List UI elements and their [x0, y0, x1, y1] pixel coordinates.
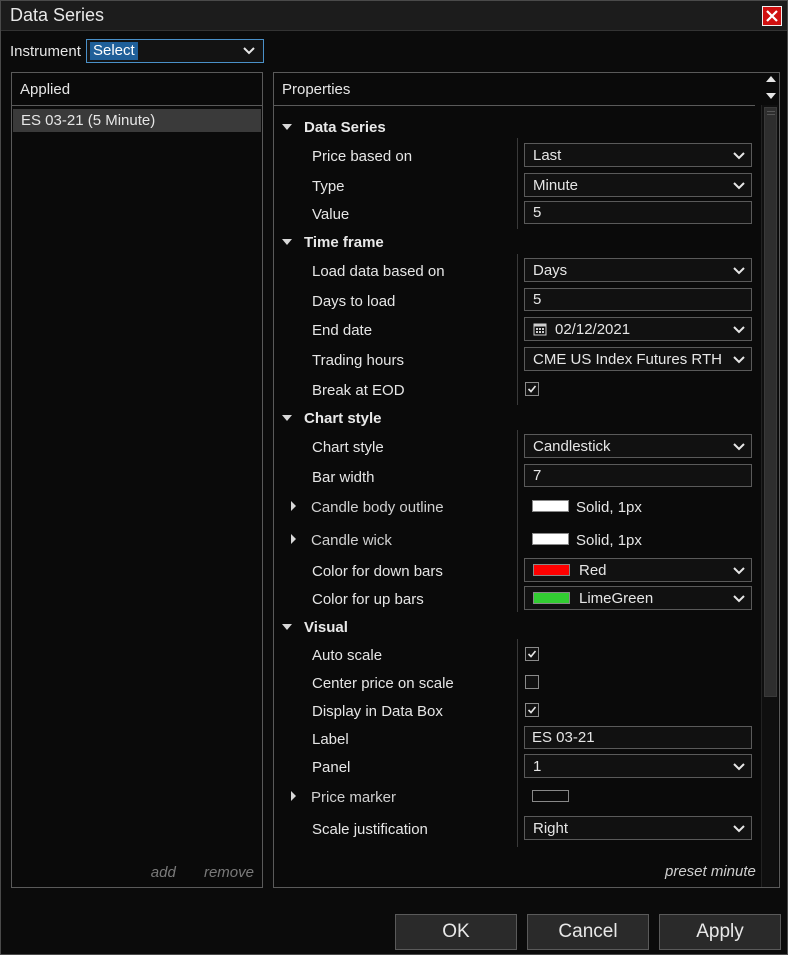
candle-wick-value[interactable]: Solid, 1px — [576, 532, 642, 549]
apply-button[interactable]: Apply — [659, 914, 781, 950]
applied-list-item[interactable]: ES 03-21 (5 Minute) — [13, 109, 261, 132]
collapse-icon — [282, 624, 292, 630]
candle-body-outline-value[interactable]: Solid, 1px — [576, 499, 642, 516]
label-input[interactable]: ES 03-21 — [524, 726, 752, 749]
candle-wick-swatch[interactable] — [532, 533, 569, 545]
break-at-eod-checkbox[interactable] — [525, 382, 539, 396]
chevron-down-icon — [243, 47, 255, 55]
auto-scale-label: Auto scale — [312, 647, 383, 664]
end-date-label: End date — [312, 322, 373, 339]
instrument-label: Instrument — [10, 43, 81, 60]
color-down-bars-label: Color for down bars — [312, 563, 443, 580]
applied-footer: add remove — [127, 864, 254, 881]
checkmark-icon — [527, 706, 537, 714]
price-based-on-select[interactable]: Last — [524, 143, 752, 167]
label-label: Label — [312, 731, 349, 748]
center-price-checkbox[interactable] — [525, 675, 539, 689]
color-up-bars-select[interactable]: LimeGreen — [524, 586, 752, 610]
scrollbar-thumb[interactable] — [764, 107, 777, 697]
chevron-down-icon — [733, 267, 745, 275]
chevron-down-icon — [733, 326, 745, 334]
trading-hours-select[interactable]: CME US Index Futures RTH — [524, 347, 752, 371]
divider — [517, 254, 518, 405]
close-icon — [766, 10, 778, 22]
properties-header: Properties — [274, 73, 755, 106]
expand-icon[interactable] — [291, 501, 296, 511]
chevron-down-icon — [733, 443, 745, 451]
candle-wick-label: Candle wick — [311, 532, 392, 549]
scale-justification-select[interactable]: Right — [524, 816, 752, 840]
ok-button[interactable]: OK — [395, 914, 517, 950]
price-marker-swatch[interactable] — [532, 790, 569, 802]
divider — [517, 138, 518, 229]
instrument-select[interactable]: Select — [86, 39, 264, 63]
expand-icon[interactable] — [291, 534, 296, 544]
limegreen-swatch — [533, 592, 570, 604]
chevron-down-icon — [733, 595, 745, 603]
window-title: Data Series — [10, 5, 105, 25]
display-data-box-checkbox[interactable] — [525, 703, 539, 717]
end-date-picker[interactable]: 02/12/2021 — [524, 317, 752, 341]
value-label: Value — [312, 206, 350, 223]
section-visual[interactable]: Visual — [282, 619, 348, 636]
divider — [517, 639, 518, 847]
chart-style-label: Chart style — [312, 439, 384, 456]
candle-body-outline-swatch[interactable] — [532, 500, 569, 512]
load-data-based-on-select[interactable]: Days — [524, 258, 752, 282]
close-button[interactable] — [762, 6, 782, 26]
scale-justification-label: Scale justification — [312, 821, 428, 838]
chevron-down-icon — [733, 152, 745, 160]
break-at-eod-label: Break at EOD — [312, 382, 405, 399]
color-down-bars-select[interactable]: Red — [524, 558, 752, 582]
data-series-window: Data Series Instrument Select Applied ES… — [0, 0, 788, 955]
load-data-based-on-label: Load data based on — [312, 263, 445, 280]
trading-hours-label: Trading hours — [312, 352, 404, 369]
collapse-icon — [282, 415, 292, 421]
property-scroll-arrows[interactable] — [764, 73, 778, 103]
display-data-box-label: Display in Data Box — [312, 703, 443, 720]
color-up-bars-label: Color for up bars — [312, 591, 424, 608]
auto-scale-checkbox[interactable] — [525, 647, 539, 661]
checkmark-icon — [527, 650, 537, 658]
applied-header: Applied — [12, 73, 262, 106]
divider — [517, 430, 518, 612]
bar-width-label: Bar width — [312, 469, 375, 486]
value-input[interactable]: 5 — [524, 201, 752, 224]
section-time-frame[interactable]: Time frame — [282, 234, 384, 251]
instrument-value: Select — [90, 42, 138, 60]
type-label: Type — [312, 178, 345, 195]
price-marker-label: Price marker — [311, 789, 397, 806]
chevron-down-icon — [733, 356, 745, 364]
chevron-down-icon — [733, 182, 745, 190]
cancel-button[interactable]: Cancel — [527, 914, 649, 950]
days-to-load-input[interactable]: 5 — [524, 288, 752, 311]
center-price-label: Center price on scale — [312, 675, 454, 692]
chevron-down-icon — [733, 825, 745, 833]
collapse-icon — [282, 239, 292, 245]
applied-panel: Applied ES 03-21 (5 Minute) add remove — [11, 72, 263, 888]
title-bar[interactable]: Data Series — [1, 1, 787, 31]
bar-width-input[interactable]: 7 — [524, 464, 752, 487]
section-data-series[interactable]: Data Series — [282, 119, 386, 136]
checkmark-icon — [527, 385, 537, 393]
chevron-down-icon — [733, 567, 745, 575]
chart-style-select[interactable]: Candlestick — [524, 434, 752, 458]
expand-icon[interactable] — [291, 791, 296, 801]
add-link[interactable]: add — [151, 864, 176, 881]
preset-link[interactable]: preset minute — [665, 863, 756, 880]
type-select[interactable]: Minute — [524, 173, 752, 197]
properties-scrollbar[interactable] — [761, 105, 778, 887]
price-based-on-label: Price based on — [312, 148, 413, 165]
remove-link[interactable]: remove — [204, 864, 254, 881]
panel-select[interactable]: 1 — [524, 754, 752, 778]
candle-body-outline-label: Candle body outline — [311, 499, 444, 516]
red-swatch — [533, 564, 570, 576]
panel-label: Panel — [312, 759, 351, 776]
section-chart-style[interactable]: Chart style — [282, 410, 382, 427]
chevron-down-icon — [733, 763, 745, 771]
days-to-load-label: Days to load — [312, 293, 396, 310]
scroll-up-down-icon — [766, 76, 776, 99]
collapse-icon — [282, 124, 292, 130]
calendar-icon — [533, 323, 547, 336]
